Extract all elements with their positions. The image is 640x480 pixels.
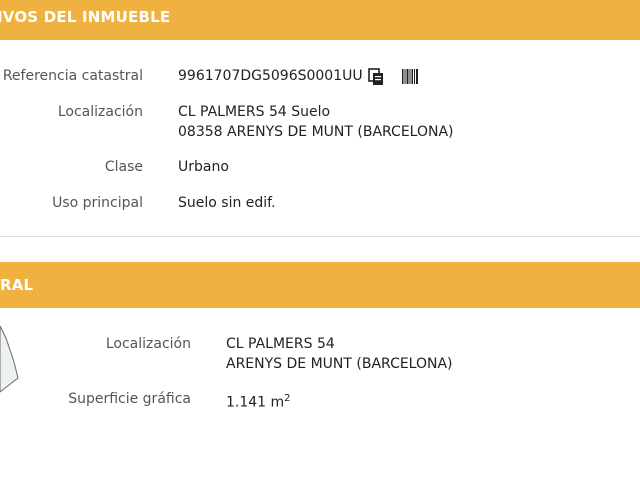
- superficie-value: 1.141 m: [226, 394, 285, 411]
- value-referencia-catastral: 9961707DG5096S0001UU: [178, 68, 363, 84]
- copy-icon[interactable]: [368, 68, 384, 86]
- value-localizacion: CL PALMERS 54 Suelo 08358 ARENYS DE MUNT…: [178, 102, 454, 142]
- value-superficie-grafica: 1.141 m2: [226, 389, 291, 413]
- label-referencia-catastral: Referencia catastral: [2, 68, 143, 84]
- label-localizacion: Localización: [57, 104, 143, 120]
- label-superficie-grafica: Superficie gráfica: [68, 391, 191, 407]
- superficie-unit-exponent: 2: [284, 393, 291, 404]
- value-clase: Urbano: [178, 159, 229, 175]
- section-title: RAL: [0, 276, 34, 294]
- label-uso-principal: Uso principal: [52, 195, 143, 211]
- section-divider: [0, 236, 640, 237]
- parcel-map-shape: [0, 325, 19, 393]
- localizacion-line1: CL PALMERS 54 Suelo: [178, 104, 331, 120]
- localizacion-parcela-line2: ARENYS DE MUNT (BARCELONA): [226, 356, 453, 372]
- label-clase: Clase: [104, 159, 143, 175]
- section-title: IVOS DEL INMUEBLE: [0, 8, 171, 26]
- localizacion-line2: 08358 ARENYS DE MUNT (BARCELONA): [178, 124, 454, 140]
- label-localizacion-parcela: Localización: [105, 336, 191, 352]
- value-localizacion-parcela: CL PALMERS 54 ARENYS DE MUNT (BARCELONA): [226, 334, 453, 374]
- localizacion-parcela-line1: CL PALMERS 54: [226, 336, 335, 352]
- section-header-parcela-catastral: RAL: [0, 262, 640, 308]
- section-header-datos-inmueble: IVOS DEL INMUEBLE: [0, 0, 640, 40]
- value-uso-principal: Suelo sin edif.: [178, 195, 276, 211]
- barcode-icon[interactable]: [402, 69, 418, 84]
